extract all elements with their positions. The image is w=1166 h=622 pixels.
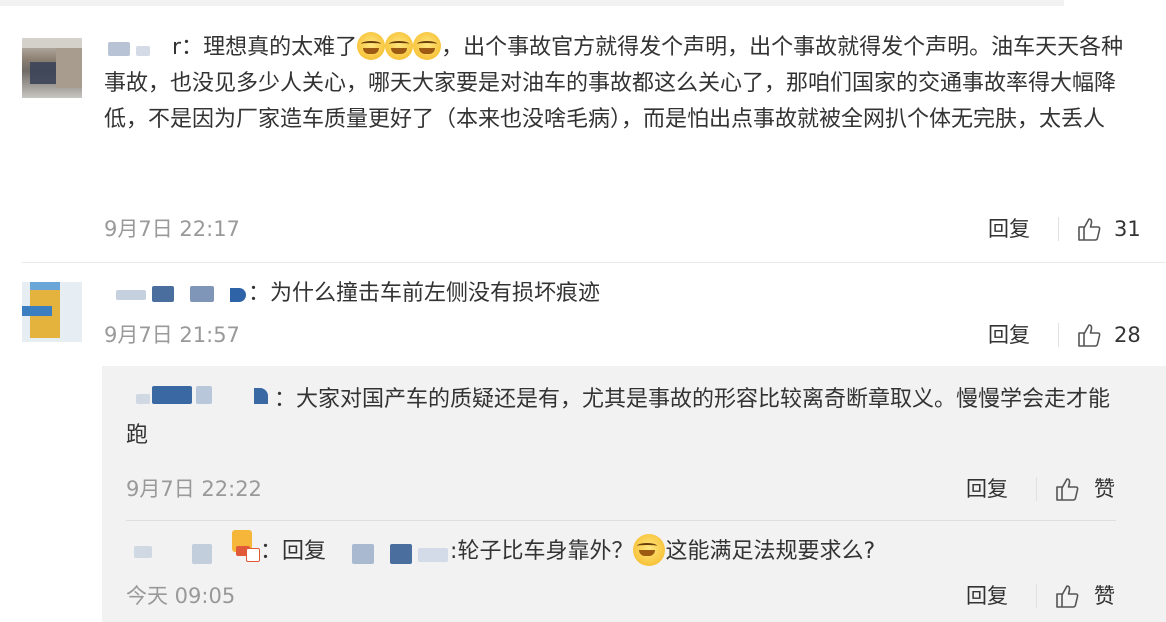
divider xyxy=(1058,217,1059,241)
reply-text: ：回复:轮子比车身靠外？ 这能满足法规要求么? xyxy=(126,534,1126,570)
avatar[interactable] xyxy=(22,282,82,342)
like-count: 31 xyxy=(1114,217,1141,241)
thumbs-up-icon[interactable] xyxy=(1076,322,1102,348)
reply-button[interactable]: 回复 xyxy=(966,583,1008,609)
username[interactable]: r xyxy=(172,35,181,60)
thumbs-up-icon[interactable] xyxy=(1054,583,1080,609)
reply-button[interactable]: 回复 xyxy=(966,476,1008,502)
reply-time: 今天 09:05 xyxy=(126,584,236,608)
thumbs-up-icon[interactable] xyxy=(1076,216,1102,242)
crying-laughing-icon xyxy=(413,32,442,60)
divider xyxy=(1058,323,1059,347)
reply-time: 9月7日 22:22 xyxy=(126,477,262,501)
previous-reply-box xyxy=(0,0,1064,6)
divider xyxy=(1036,584,1037,608)
reply-button[interactable]: 回复 xyxy=(988,216,1030,242)
comment-text: ：为什么撞击车前左侧没有损坏痕迹 xyxy=(248,281,601,306)
divider xyxy=(126,520,1116,521)
like-label[interactable]: 赞 xyxy=(1094,476,1115,502)
divider xyxy=(22,262,1166,263)
thinking-icon xyxy=(633,534,666,566)
comment-time: 9月7日 22:17 xyxy=(104,217,240,241)
like-label[interactable]: 赞 xyxy=(1094,583,1115,609)
reply-prefix: 回复 xyxy=(282,539,327,564)
like-count: 28 xyxy=(1114,323,1141,347)
comment-time: 9月7日 21:57 xyxy=(104,323,240,347)
crying-laughing-icon xyxy=(385,32,414,60)
crying-laughing-icon xyxy=(357,32,386,60)
comment-text: r：理想真的太难了 ，出个事故官方就得发个声明，出个事故就得发个声明。油车天天各种… xyxy=(104,30,1144,138)
reply-text: ：大家对国产车的质疑还是有，尤其是事故的形容比较离奇断章取义。慢慢学会走才能跑 xyxy=(126,387,1111,448)
avatar[interactable] xyxy=(22,38,82,98)
divider xyxy=(1036,477,1037,501)
reply-button[interactable]: 回复 xyxy=(988,322,1030,348)
thumbs-up-icon[interactable] xyxy=(1054,476,1080,502)
